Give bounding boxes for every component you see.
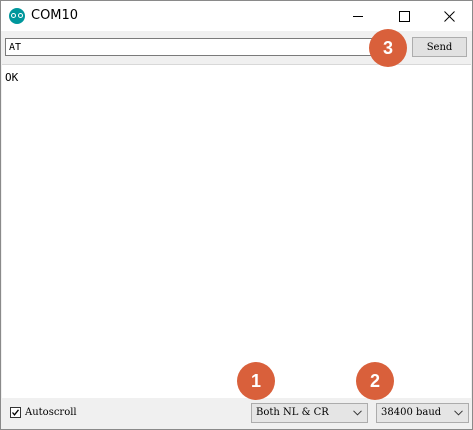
- baud-rate-select[interactable]: 38400 baud: [376, 403, 469, 423]
- status-bar: Autoscroll Both NL & CR 38400 baud: [1, 398, 472, 429]
- baud-rate-value: 38400 baud: [381, 407, 442, 418]
- window-title: COM10: [31, 8, 79, 23]
- autoscroll-label[interactable]: Autoscroll: [25, 407, 77, 418]
- line-ending-select[interactable]: Both NL & CR: [251, 403, 368, 423]
- checkmark-icon: [12, 409, 20, 416]
- chevron-down-icon: [454, 410, 463, 416]
- annotation-marker-3: 3: [369, 29, 407, 67]
- arduino-logo-icon: [9, 8, 25, 24]
- minimize-icon: [353, 15, 363, 17]
- annotation-marker-2: 2: [356, 362, 394, 400]
- send-button[interactable]: Send: [412, 37, 467, 57]
- maximize-button[interactable]: [381, 1, 427, 31]
- autoscroll-checkbox[interactable]: [10, 407, 21, 418]
- minimize-button[interactable]: [335, 1, 381, 31]
- annotation-marker-1: 1: [237, 362, 275, 400]
- command-input[interactable]: [5, 38, 403, 56]
- line-ending-value: Both NL & CR: [256, 407, 329, 418]
- output-line: OK: [5, 71, 19, 84]
- maximize-icon: [398, 10, 410, 22]
- close-icon: [443, 10, 455, 22]
- chevron-down-icon: [353, 410, 362, 416]
- serial-monitor-window: COM10 Send OK Autoscroll Both NL & CR: [0, 0, 473, 430]
- serial-output-area[interactable]: OK: [2, 64, 471, 398]
- title-bar[interactable]: COM10: [1, 1, 472, 31]
- close-button[interactable]: [426, 1, 472, 31]
